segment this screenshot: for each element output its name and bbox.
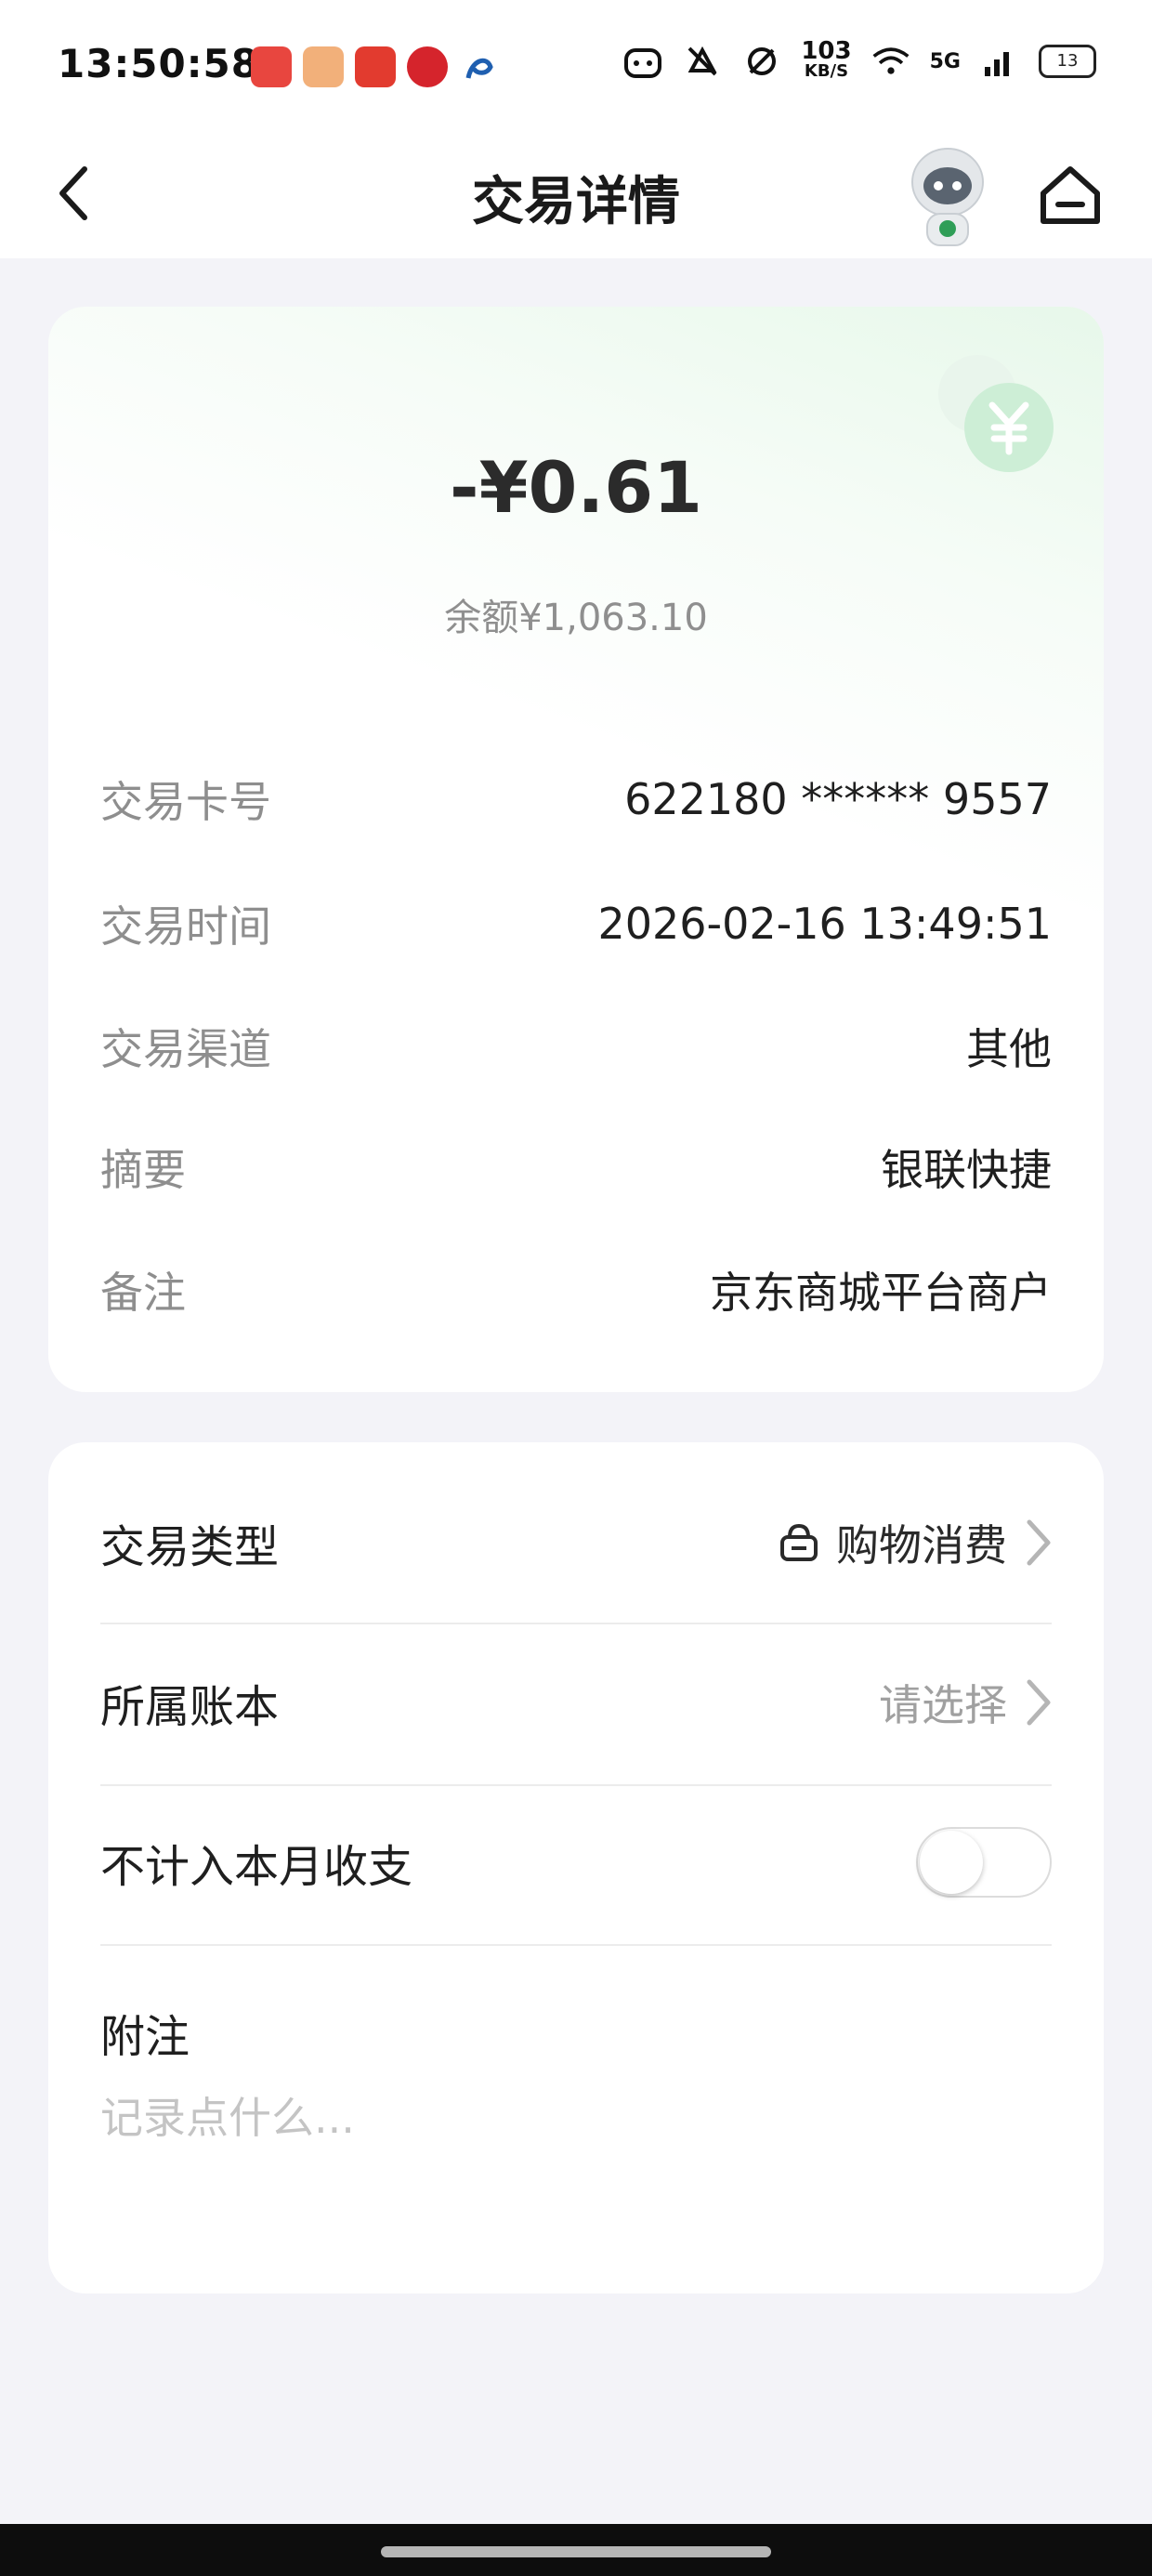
transaction-amount: -¥0.61 <box>450 446 702 529</box>
app-notification-icon <box>303 46 344 87</box>
chevron-right-icon <box>1027 1519 1051 1566</box>
assistant-mascot-icon[interactable] <box>892 139 1003 251</box>
divider <box>100 1623 1052 1624</box>
shopping-basket-icon <box>780 1523 818 1561</box>
detail-label: 交易卡号 <box>100 777 271 827</box>
battery-level: 13 <box>1056 51 1079 71</box>
transaction-type-value: 购物消费 <box>836 1520 1007 1571</box>
detail-label: 摘要 <box>100 1145 186 1195</box>
memo-input[interactable] <box>100 2093 1052 2143</box>
mute-icon <box>682 41 723 82</box>
memo-label: 附注 <box>100 2011 190 2063</box>
detail-row-time: 交易时间 2026-02-16 13:49:51 <box>100 896 1052 952</box>
status-time: 13:50:58 <box>58 41 259 86</box>
transaction-type-row[interactable]: 交易类型 购物消费 <box>100 1496 1052 1589</box>
home-gesture-handle[interactable] <box>381 2546 771 2557</box>
exclude-month-label: 不计入本月收支 <box>100 1841 413 1893</box>
wifi-icon <box>871 41 911 82</box>
ledger-row[interactable]: 所属账本 请选择 <box>100 1656 1052 1749</box>
net-speed: 103 KB/S <box>801 39 851 82</box>
system-gesture-bar <box>0 2524 1152 2576</box>
app-notification-icon <box>251 46 292 87</box>
status-indicators: 103 KB/S 5G 13 <box>622 39 1096 82</box>
chevron-right-icon <box>1027 1679 1051 1726</box>
notification-icons <box>251 46 500 87</box>
detail-row-channel: 交易渠道 其他 <box>100 1019 1052 1074</box>
transaction-summary-card: -¥0.61 余额¥1,063.10 交易卡号 622180 ****** 95… <box>48 307 1104 1392</box>
net-speed-unit: KB/S <box>804 61 849 81</box>
detail-row-summary: 摘要 银联快捷 <box>100 1139 1052 1195</box>
location-off-icon <box>741 41 782 82</box>
divider <box>100 1784 1052 1786</box>
transaction-type-label: 交易类型 <box>100 1521 280 1573</box>
ledger-label: 所属账本 <box>100 1681 280 1733</box>
nav-bar: 交易详情 <box>0 130 1152 258</box>
ledger-value: 请选择 <box>879 1680 1007 1730</box>
detail-value: 其他 <box>966 1024 1052 1074</box>
detail-label: 备注 <box>100 1268 186 1318</box>
detail-label: 交易时间 <box>100 901 271 952</box>
network-type: 5G <box>929 49 961 73</box>
bank-app-icon <box>407 46 448 87</box>
toggle-knob <box>920 1831 983 1894</box>
detail-value: 京东商城平台商户 <box>710 1268 1052 1318</box>
app-notification-icon <box>355 46 396 87</box>
exclude-month-toggle[interactable] <box>916 1827 1052 1898</box>
home-button[interactable] <box>1033 158 1107 232</box>
detail-row-card-number: 交易卡号 622180 ****** 9557 <box>100 771 1052 827</box>
exclude-month-row: 不计入本月收支 <box>100 1816 1052 1909</box>
divider <box>100 1944 1052 1946</box>
app-notification-icon <box>459 46 500 87</box>
pet-icon <box>622 41 663 82</box>
detail-value: 2026-02-16 13:49:51 <box>597 899 1052 949</box>
battery-icon: 13 <box>1039 45 1096 78</box>
detail-value: 622180 ****** 9557 <box>624 774 1052 824</box>
detail-label: 交易渠道 <box>100 1024 271 1074</box>
detail-row-remark: 备注 京东商城平台商户 <box>100 1262 1052 1318</box>
account-balance: 余额¥1,063.10 <box>444 597 708 639</box>
detail-value: 银联快捷 <box>881 1145 1052 1195</box>
status-bar: 13:50:58 103 KB/S 5G 13 <box>0 0 1152 130</box>
transaction-settings-card: 交易类型 购物消费 所属账本 请选择 不计入本月收支 附注 <box>48 1442 1104 2293</box>
home-icon <box>1041 166 1100 224</box>
signal-icon <box>979 41 1020 82</box>
